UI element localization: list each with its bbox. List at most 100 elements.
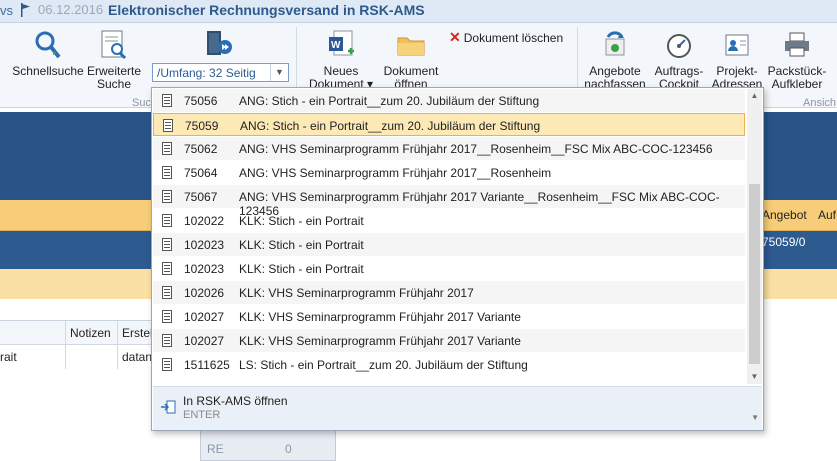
column-header-erstel[interactable]: Erstel xyxy=(118,321,153,345)
list-item-text: KLK: VHS Seminarprogramm Frühjahr 2017 V… xyxy=(239,334,521,348)
scroll-down-icon[interactable]: ▼ xyxy=(747,370,762,384)
advanced-search-icon xyxy=(101,30,127,60)
group-label-ansich: Ansich xyxy=(803,97,837,109)
document-icon xyxy=(162,94,172,107)
delete-label: Dokument löschen xyxy=(463,31,564,45)
list-item-number: 75059 xyxy=(185,119,219,133)
table-cell[interactable]: datan xyxy=(118,345,152,369)
document-icon xyxy=(162,190,172,203)
title-left-text: vs xyxy=(0,3,13,18)
list-item-number: 102022 xyxy=(184,214,225,228)
dokument-loeschen-button[interactable]: ✕ Dokument löschen xyxy=(449,29,563,46)
search-combobox[interactable]: /Umfang: 32 Seitig ▼ xyxy=(152,63,289,82)
schnellsuche-button[interactable]: Schnellsuche xyxy=(12,29,84,78)
document-icon xyxy=(162,334,172,347)
angebot-value[interactable]: 75059/0 xyxy=(762,235,805,249)
list-item[interactable]: 102023 KLK: Stich - ein Portrait xyxy=(153,257,745,280)
list-item-number: 75062 xyxy=(184,142,218,156)
column-header-angebot[interactable]: Angebot xyxy=(762,208,807,222)
list-item-text: ANG: Stich - ein Portrait__zum 20. Jubil… xyxy=(239,94,540,108)
open-shortcut-label: ENTER xyxy=(183,409,221,421)
window-title: Elektronischer Rechnungsversand in RSK-A… xyxy=(108,2,425,18)
title-bar: vs 06.12.2016 Elektronischer Rechnungsve… xyxy=(0,0,837,23)
flag-icon xyxy=(21,3,30,17)
folder-icon xyxy=(397,37,425,56)
list-item-number: 75067 xyxy=(184,190,218,204)
document-icon xyxy=(162,142,172,155)
list-item-text: KLK: Stich - ein Portrait xyxy=(239,262,364,276)
table-cell[interactable]: rait xyxy=(0,345,66,369)
list-item-number: 102023 xyxy=(184,262,225,276)
table-cell[interactable] xyxy=(66,345,118,369)
list-item[interactable]: 102027 KLK: VHS Seminarprogramm Frühjahr … xyxy=(153,329,745,352)
archive-icon-button[interactable] xyxy=(198,27,238,64)
open-in-rsk-ams-label: In RSK-AMS öffnen xyxy=(183,394,288,408)
schnellsuche-label: Schnellsuche xyxy=(12,64,84,78)
panel-value-zero: 0 xyxy=(285,442,292,456)
search-icon xyxy=(35,31,61,59)
list-item-number: 102027 xyxy=(184,334,225,348)
open-icon xyxy=(161,400,176,414)
gauge-icon xyxy=(667,34,691,58)
packstueck-aufkleber-button[interactable]: Packstück- Aufkleber xyxy=(766,29,828,91)
panel-label-re: RE xyxy=(207,442,224,456)
background-side-panel: RE 0 xyxy=(200,428,336,461)
dokument-oeffnen-button[interactable]: Dokument öffnen xyxy=(378,29,444,91)
list-item[interactable]: 75062 ANG: VHS Seminarprogramm Frühjahr 2… xyxy=(153,137,745,160)
list-item[interactable]: 1511625 LS: Stich - ein Portrait__zum 20.… xyxy=(153,353,745,376)
list-item-text: ANG: VHS Seminarprogramm Frühjahr 2017__… xyxy=(239,142,713,156)
list-item-text: KLK: VHS Seminarprogramm Frühjahr 2017 xyxy=(239,286,474,300)
list-item[interactable]: 102023 KLK: Stich - ein Portrait xyxy=(153,233,745,256)
list-item[interactable]: 75064 ANG: VHS Seminarprogramm Frühjahr 2… xyxy=(153,161,745,184)
word-document-icon: W xyxy=(329,30,354,56)
svg-text:W: W xyxy=(331,40,341,51)
document-icon xyxy=(162,214,172,227)
table-header-cell xyxy=(0,321,66,345)
background-table: Notizen Erstel rait datan xyxy=(0,320,153,371)
list-item[interactable]: 75067 ANG: VHS Seminarprogramm Frühjahr 2… xyxy=(153,185,745,218)
delete-icon: ✕ xyxy=(449,29,461,45)
projekt-adressen-button[interactable]: Projekt- Adressen xyxy=(710,29,764,91)
scrollbar-thumb[interactable] xyxy=(749,184,760,364)
list-item-number: 1511625 xyxy=(184,358,230,372)
list-item-number: 75056 xyxy=(184,94,218,108)
list-item-number: 102026 xyxy=(184,286,225,300)
title-date: 06.12.2016 xyxy=(38,2,104,17)
document-icon xyxy=(162,238,172,251)
list-item-text: KLK: Stich - ein Portrait xyxy=(239,238,364,252)
list-item[interactable]: 75059 ANG: Stich - ein Portrait__zum 20. … xyxy=(153,113,745,136)
column-header-notizen[interactable]: Notizen xyxy=(66,321,118,345)
list-item[interactable]: 75056 ANG: Stich - ein Portrait__zum 20. … xyxy=(153,89,745,112)
column-header-auf[interactable]: Auf xyxy=(818,208,836,222)
list-item-text: LS: Stich - ein Portrait__zum 20. Jubilä… xyxy=(239,358,528,372)
list-item[interactable]: 102022 KLK: Stich - ein Portrait xyxy=(153,209,745,232)
list-item-text: ANG: VHS Seminarprogramm Frühjahr 2017__… xyxy=(239,166,552,180)
search-results-dropdown: 75056 ANG: Stich - ein Portrait__zum 20. … xyxy=(151,87,764,431)
scroll-up-icon[interactable]: ▲ xyxy=(747,89,762,103)
scrollbar[interactable]: ▲ ▼ xyxy=(747,89,762,384)
angebote-nachfassen-button[interactable]: Angebote nachfassen xyxy=(584,29,646,91)
list-item-number: 75064 xyxy=(184,166,218,180)
binder-icon xyxy=(207,31,232,55)
open-in-rsk-ams-action[interactable]: In RSK-AMS öffnen ENTER ▼ xyxy=(153,386,762,430)
auftrags-cockpit-button[interactable]: Auftrags- Cockpit xyxy=(648,29,710,91)
list-item[interactable]: 102026 KLK: VHS Seminarprogramm Frühjahr … xyxy=(153,281,745,304)
neues-dokument-button[interactable]: W Neues Dokument ▾ xyxy=(306,29,376,91)
document-icon xyxy=(162,286,172,299)
list-item-number: 102023 xyxy=(184,238,225,252)
list-item-text: KLK: VHS Seminarprogramm Frühjahr 2017 V… xyxy=(239,310,521,324)
document-icon xyxy=(162,166,172,179)
erweiterte-label-2: Suche xyxy=(96,77,132,91)
refresh-icon xyxy=(605,31,625,56)
document-icon xyxy=(162,310,172,323)
chevron-down-icon[interactable]: ▼ xyxy=(270,64,288,81)
address-card-icon xyxy=(725,34,749,56)
resize-grip-icon[interactable]: ▼ xyxy=(751,413,759,422)
document-icon xyxy=(163,119,173,132)
search-combobox-value: /Umfang: 32 Seitig xyxy=(157,66,256,80)
list-item[interactable]: 102027 KLK: VHS Seminarprogramm Frühjahr … xyxy=(153,305,745,328)
erweiterte-suche-button[interactable]: Erweiterte Suche xyxy=(84,29,144,91)
list-item-text: KLK: Stich - ein Portrait xyxy=(239,214,364,228)
document-icon xyxy=(162,358,172,371)
printer-icon xyxy=(785,32,809,57)
